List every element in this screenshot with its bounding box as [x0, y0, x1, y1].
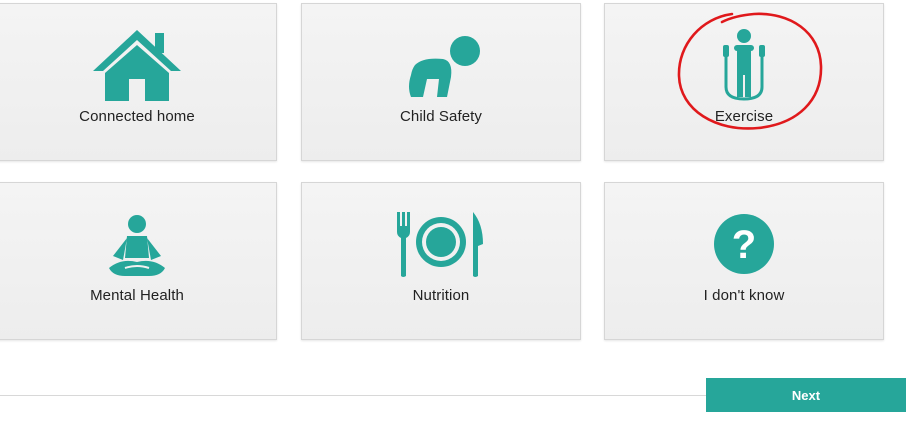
next-button[interactable]: Next: [706, 378, 906, 412]
option-label: I don't know: [703, 287, 785, 304]
house-icon: [89, 26, 185, 104]
svg-text:?: ?: [732, 223, 756, 267]
plate-fork-knife-icon: [393, 205, 489, 283]
meditation-icon: [89, 205, 185, 283]
option-label: Nutrition: [412, 287, 470, 304]
option-card-child-safety[interactable]: Child Safety: [301, 3, 581, 161]
option-label: Exercise: [714, 108, 774, 125]
jump-rope-icon: [696, 26, 792, 104]
category-selection-screen: Connected home Child Safety Exercise Men…: [0, 0, 910, 423]
option-card-nutrition[interactable]: Nutrition: [301, 182, 581, 340]
option-label: Mental Health: [90, 287, 184, 304]
option-label: Child Safety: [399, 108, 483, 125]
option-card-mental-health[interactable]: Mental Health: [0, 182, 277, 340]
question-mark-icon: ?: [696, 205, 792, 283]
option-card-exercise[interactable]: Exercise: [604, 3, 884, 161]
footer-divider: [0, 395, 706, 396]
option-card-i-dont-know[interactable]: ? I don't know: [604, 182, 884, 340]
option-card-connected-home[interactable]: Connected home: [0, 3, 277, 161]
crawling-baby-icon: [393, 26, 489, 104]
option-label: Connected home: [79, 108, 195, 125]
